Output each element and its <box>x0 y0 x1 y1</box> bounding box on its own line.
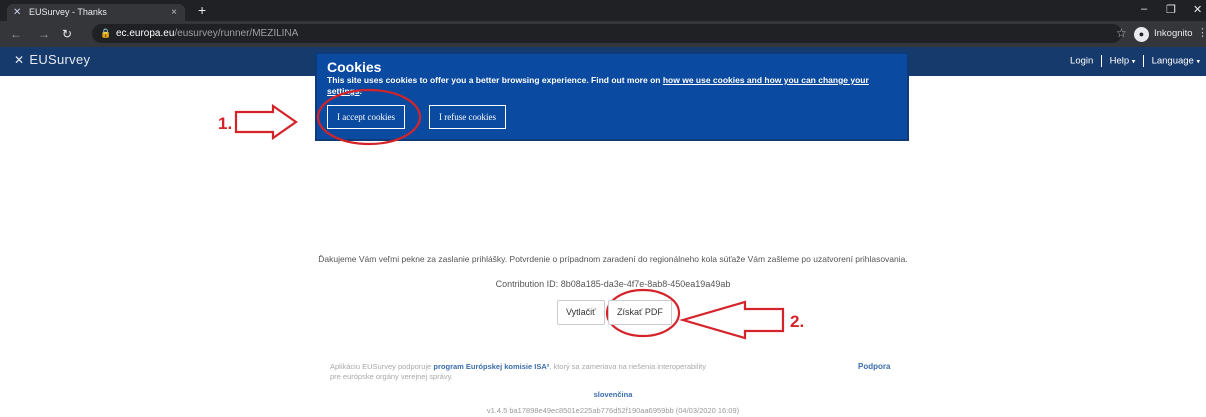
step-2-label: 2. <box>790 312 805 331</box>
step-1-label: 1. <box>218 114 233 133</box>
language-link[interactable]: slovenčina <box>0 390 1206 399</box>
contribution-id-line: Contribution ID: 8b08a185-da3e-4f7e-8ab8… <box>0 279 1206 289</box>
get-pdf-button[interactable]: Získať PDF <box>608 300 672 325</box>
contribution-label: Contribution ID: <box>495 279 559 289</box>
version-info: v1.4.5 ba17898e49ec8501e225ab776d52f190a… <box>486 406 740 415</box>
thank-you-message: Ďakujeme Vám veľmi pekne za zaslanie pri… <box>318 254 908 264</box>
highlight-circle-accept <box>316 88 422 146</box>
footer-text-before: Aplikáciu EUSurvey podporuje <box>330 362 432 371</box>
footer-text: Aplikáciu EUSurvey podporuje program Eur… <box>330 362 710 382</box>
arrow-right-icon <box>234 103 298 141</box>
print-button[interactable]: Vytlačiť <box>557 300 605 325</box>
isa-program-link[interactable]: program Európskej komisie ISA² <box>433 362 549 371</box>
annotation-overlay <box>234 88 785 340</box>
support-link[interactable]: Podpora <box>858 362 890 371</box>
arrow-left-icon <box>679 300 785 340</box>
contribution-id: 8b08a185-da3e-4f7e-8ab8-450ea19a49ab <box>560 279 731 289</box>
